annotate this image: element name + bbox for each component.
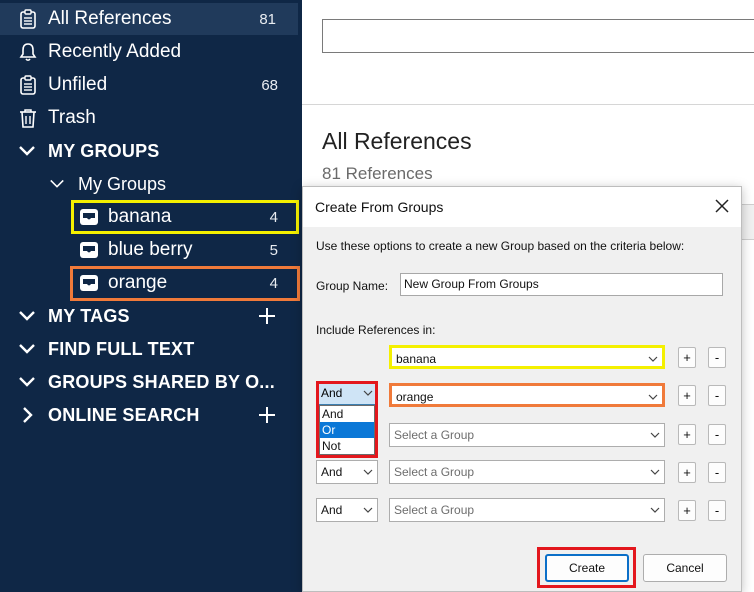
section-label: FIND FULL TEXT: [48, 338, 195, 359]
chevron-down-icon: [648, 394, 658, 400]
section-label: MY TAGS: [48, 305, 130, 326]
dialog-title: Create From Groups: [315, 199, 444, 215]
group-select-3[interactable]: Select a Group: [389, 423, 665, 447]
sidebar-item-all-references[interactable]: All References 81: [0, 3, 298, 35]
search-input[interactable]: [322, 19, 754, 53]
section-label: MY GROUPS: [48, 140, 160, 161]
section-online-search[interactable]: ONLINE SEARCH: [0, 399, 300, 431]
folder-my-groups[interactable]: My Groups: [0, 168, 300, 200]
highlight-box-operator: [316, 381, 378, 458]
remove-row-button[interactable]: -: [708, 424, 726, 445]
section-label: GROUPS SHARED BY O...: [48, 371, 275, 392]
add-row-button[interactable]: +: [678, 462, 696, 483]
chevron-down-icon: [19, 311, 35, 321]
add-row-button[interactable]: +: [678, 385, 696, 406]
reference-count: 68: [261, 76, 278, 94]
group-name-input[interactable]: New Group From Groups: [400, 273, 723, 296]
chevron-down-icon: [648, 356, 658, 362]
chevron-down-icon: [650, 432, 660, 438]
group-select-5[interactable]: Select a Group: [389, 498, 665, 522]
group-select-placeholder: Select a Group: [394, 428, 475, 442]
clipboard-icon: [17, 74, 39, 96]
reference-count: 81: [259, 10, 276, 28]
group-select-placeholder: Select a Group: [394, 503, 475, 517]
group-inbox-icon: [78, 239, 100, 261]
highlight-box-orange: [70, 266, 300, 301]
create-button[interactable]: Create: [545, 554, 629, 582]
sidebar-item-label: All References: [48, 8, 172, 29]
reference-count-subtitle: 81 References: [322, 164, 433, 183]
add-search-icon[interactable]: [258, 406, 276, 424]
section-label: ONLINE SEARCH: [48, 404, 200, 425]
operator-select-value: And: [321, 503, 343, 517]
chevron-down-icon: [19, 344, 35, 354]
toolbar-edge: [742, 204, 754, 240]
chevron-down-icon: [363, 469, 373, 475]
chevron-down-icon: [19, 146, 35, 156]
bell-icon: [17, 41, 39, 63]
sidebar: All References 81 Recently Added Unfiled…: [0, 0, 302, 592]
clipboard-icon: [17, 8, 39, 30]
group-name-label: Group Name:: [316, 279, 389, 293]
group-count: 5: [269, 241, 278, 259]
section-my-groups[interactable]: MY GROUPS: [0, 135, 300, 167]
create-from-groups-dialog: Create From Groups Use these options to …: [302, 186, 742, 592]
group-select-placeholder: Select a Group: [394, 465, 475, 479]
page-title: All References: [322, 128, 472, 154]
add-row-button[interactable]: +: [678, 424, 696, 445]
operator-select-4[interactable]: And: [316, 460, 378, 484]
chevron-right-icon: [23, 407, 33, 423]
group-select-value: banana: [396, 352, 437, 366]
group-item-blue-berry[interactable]: blue berry 5: [0, 234, 300, 266]
remove-row-button[interactable]: -: [708, 500, 726, 521]
operator-select-5[interactable]: And: [316, 498, 378, 522]
group-label: blue berry: [108, 239, 193, 260]
remove-row-button[interactable]: -: [708, 462, 726, 483]
trash-icon: [17, 107, 39, 129]
chevron-down-icon: [19, 377, 35, 387]
close-icon[interactable]: [713, 197, 731, 215]
chevron-down-icon: [50, 179, 64, 188]
dialog-titlebar: Create From Groups: [303, 187, 741, 227]
sidebar-item-recently-added[interactable]: Recently Added: [0, 36, 300, 68]
sidebar-item-label: Recently Added: [48, 41, 182, 62]
sidebar-item-trash[interactable]: Trash: [0, 102, 300, 134]
add-row-button[interactable]: +: [678, 500, 696, 521]
group-select-1[interactable]: banana: [389, 345, 665, 369]
include-label: Include References in:: [316, 323, 436, 337]
cancel-button[interactable]: Cancel: [643, 554, 727, 582]
group-select-2[interactable]: orange: [389, 383, 665, 407]
sidebar-item-label: Trash: [48, 107, 96, 128]
section-find-full-text[interactable]: FIND FULL TEXT: [0, 333, 300, 365]
divider: [302, 104, 754, 105]
highlight-box-banana: [71, 200, 299, 234]
operator-select-value: And: [321, 465, 343, 479]
remove-row-button[interactable]: -: [708, 347, 726, 368]
section-groups-shared[interactable]: GROUPS SHARED BY O...: [0, 366, 300, 398]
sidebar-item-unfiled[interactable]: Unfiled 68: [0, 69, 300, 101]
dialog-description: Use these options to create a new Group …: [316, 239, 685, 253]
chevron-down-icon: [650, 469, 660, 475]
add-tag-icon[interactable]: [258, 307, 276, 325]
sidebar-item-label: Unfiled: [48, 74, 108, 95]
add-row-button[interactable]: +: [678, 347, 696, 368]
section-my-tags[interactable]: MY TAGS: [0, 300, 300, 332]
group-select-value: orange: [396, 390, 434, 404]
remove-row-button[interactable]: -: [708, 385, 726, 406]
chevron-down-icon: [363, 507, 373, 513]
group-select-4[interactable]: Select a Group: [389, 460, 665, 484]
folder-label: My Groups: [78, 173, 167, 194]
chevron-down-icon: [650, 507, 660, 513]
